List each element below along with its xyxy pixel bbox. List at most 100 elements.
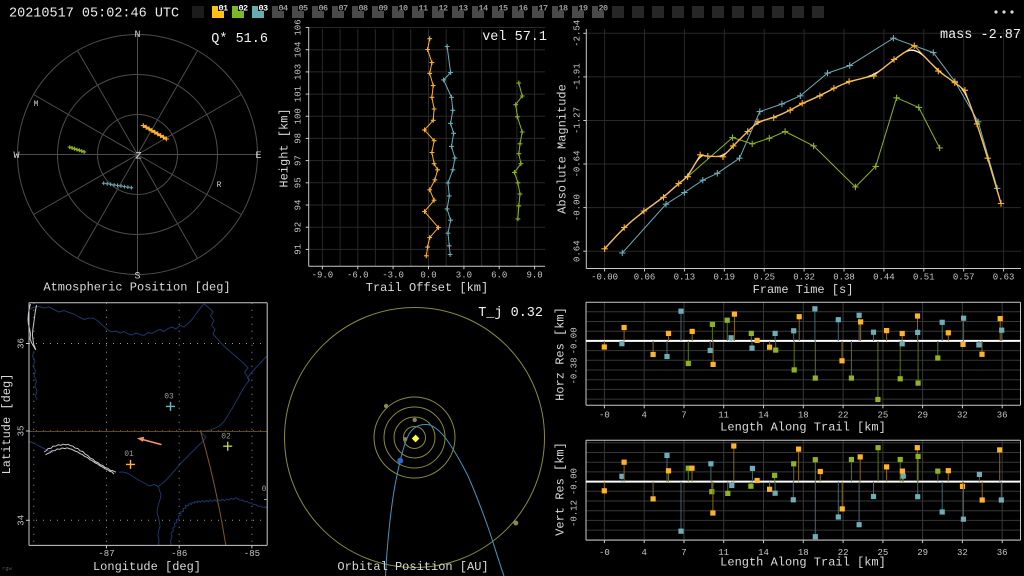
svg-text:4: 4: [641, 548, 646, 558]
svg-text:0.64: 0.64: [573, 240, 583, 262]
svg-text:25: 25: [877, 411, 888, 421]
svg-text:-0: -0: [599, 548, 610, 558]
svg-text:32: 32: [957, 548, 968, 558]
svg-text:04: 04: [279, 4, 289, 14]
svg-text:13: 13: [459, 4, 469, 14]
svg-text:N: N: [134, 30, 140, 41]
svg-text:09: 09: [379, 4, 389, 14]
svg-text:7: 7: [681, 548, 686, 558]
svg-text:-85: -85: [244, 549, 260, 559]
svg-text:Atmospheric Position [deg]: Atmospheric Position [deg]: [43, 281, 230, 295]
svg-text:103: 103: [294, 64, 304, 80]
svg-text:rgw: rgw: [2, 565, 13, 572]
svg-text:Absolute Magnitude: Absolute Magnitude: [556, 84, 570, 214]
svg-text:14: 14: [479, 4, 489, 14]
svg-text:0.63: 0.63: [993, 273, 1015, 283]
svg-text:-0.38: -0.38: [570, 357, 580, 384]
svg-text:Q* 51.6: Q* 51.6: [211, 32, 268, 47]
svg-text:Latitude [deg]: Latitude [deg]: [0, 374, 14, 475]
svg-text:94: 94: [294, 200, 304, 211]
svg-text:11: 11: [718, 411, 729, 421]
svg-text:01: 01: [219, 4, 229, 14]
svg-text:16: 16: [519, 4, 529, 14]
svg-text:18: 18: [798, 411, 809, 421]
svg-text:36: 36: [997, 411, 1008, 421]
svg-text:20210517 05:02:46 UTC: 20210517 05:02:46 UTC: [9, 7, 179, 22]
svg-text:-9.0: -9.0: [312, 271, 334, 281]
svg-text:Trail Offset [km]: Trail Offset [km]: [366, 281, 488, 295]
svg-text:Z: Z: [135, 151, 141, 163]
svg-text:M: M: [34, 100, 39, 109]
svg-text:106: 106: [294, 19, 304, 35]
svg-text:32: 32: [957, 411, 968, 421]
svg-text:0.06: 0.06: [634, 273, 656, 283]
svg-text:-0.12: -0.12: [570, 500, 580, 527]
svg-text:91: 91: [294, 244, 304, 255]
svg-text:36: 36: [997, 548, 1008, 558]
svg-text:Longitude [deg]: Longitude [deg]: [93, 560, 201, 574]
svg-text:03: 03: [259, 4, 269, 14]
svg-text:0.32: 0.32: [793, 273, 815, 283]
svg-text:02: 02: [239, 4, 249, 14]
svg-text:18: 18: [559, 4, 569, 14]
svg-text:14: 14: [758, 411, 769, 421]
svg-text:104: 104: [294, 42, 304, 58]
svg-text:97: 97: [294, 155, 304, 166]
svg-text:-3.0: -3.0: [382, 271, 404, 281]
svg-text:-87: -87: [98, 549, 114, 559]
svg-text:20: 20: [599, 4, 609, 14]
svg-text:-0.00: -0.00: [570, 468, 580, 495]
svg-text:0.13: 0.13: [674, 273, 696, 283]
svg-text:98: 98: [294, 133, 304, 144]
svg-text:Height [km]: Height [km]: [278, 108, 292, 187]
svg-text:-86: -86: [171, 549, 187, 559]
svg-text:-1.91: -1.91: [573, 63, 583, 90]
svg-text:E: E: [255, 151, 261, 162]
svg-text:-0.64: -0.64: [573, 150, 583, 177]
svg-text:-1.27: -1.27: [573, 107, 583, 134]
svg-text:12: 12: [439, 4, 449, 14]
svg-text:34: 34: [17, 515, 27, 526]
svg-text:100: 100: [294, 108, 304, 124]
svg-text:03: 03: [164, 393, 174, 402]
svg-text:mass -2.87: mass -2.87: [940, 28, 1021, 43]
svg-text:W: W: [13, 151, 19, 162]
svg-text:vel 57.1: vel 57.1: [482, 30, 547, 45]
svg-text:R: R: [217, 181, 222, 190]
svg-text:Length Along Trail [km]: Length Along Trail [km]: [720, 421, 886, 435]
svg-text:01: 01: [124, 450, 134, 459]
svg-text:9.0: 9.0: [526, 271, 542, 281]
svg-text:-0.00: -0.00: [573, 194, 583, 221]
svg-text:101: 101: [294, 86, 304, 102]
svg-text:95: 95: [294, 177, 304, 188]
svg-text:06: 06: [319, 4, 329, 14]
svg-text:4: 4: [641, 411, 646, 421]
svg-text:15: 15: [499, 4, 509, 14]
svg-text:Orbital Position [AU]: Orbital Position [AU]: [337, 560, 488, 574]
svg-text:6.0: 6.0: [491, 271, 507, 281]
svg-text:Horz Res [km]: Horz Res [km]: [554, 307, 568, 401]
svg-text:02: 02: [221, 433, 231, 442]
svg-text:0.19: 0.19: [713, 273, 735, 283]
svg-text:19: 19: [579, 4, 589, 14]
svg-text:Frame Time [s]: Frame Time [s]: [753, 283, 854, 297]
svg-text:0.44: 0.44: [873, 273, 895, 283]
svg-text:07: 07: [339, 4, 349, 14]
svg-text:7: 7: [681, 411, 686, 421]
svg-text:08: 08: [359, 4, 369, 14]
svg-text:-0.00: -0.00: [570, 327, 580, 354]
svg-text:0: 0: [262, 485, 267, 494]
svg-text:35: 35: [17, 426, 27, 437]
svg-text:05: 05: [299, 4, 309, 14]
svg-text:0.51: 0.51: [913, 273, 935, 283]
svg-text:-0: -0: [599, 411, 610, 421]
svg-text:0.0: 0.0: [420, 271, 436, 281]
svg-text:10: 10: [399, 4, 409, 14]
svg-text:0.57: 0.57: [953, 273, 975, 283]
svg-text:11: 11: [419, 4, 429, 14]
svg-text:92: 92: [294, 222, 304, 233]
svg-text:T_j 0.32: T_j 0.32: [478, 306, 543, 321]
svg-text:17: 17: [539, 4, 549, 14]
svg-text:Length Along Trail [km]: Length Along Trail [km]: [720, 556, 886, 570]
svg-text:22: 22: [838, 411, 849, 421]
